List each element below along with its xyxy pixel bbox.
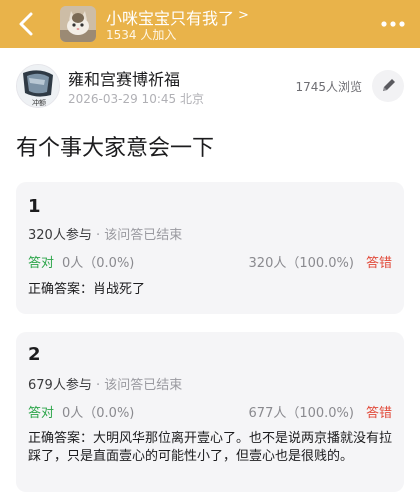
- correct-label: 答对: [28, 256, 55, 271]
- post-location: 北京: [179, 92, 204, 106]
- post-meta: 2026-03-29 10:45 北京: [68, 90, 204, 107]
- correct-answer: 正确答案：肖战死了: [28, 282, 146, 297]
- wrong-label: 答错: [365, 256, 392, 271]
- post-datetime: 2026-03-29 10:45: [68, 92, 177, 106]
- wrong-label: 答错: [365, 406, 392, 421]
- author-name[interactable]: 雍和宫赛博祈福: [68, 66, 180, 90]
- correct-answer: 正确答案：大明风华那位离开壹心了。也不是说两京播就没有拉踩了，只是直面壹心的可能…: [28, 431, 393, 464]
- wrong-stat: 677人（100.0%): [248, 406, 354, 421]
- participant-count: 679人参与: [28, 378, 92, 393]
- correct-label: 答对: [28, 406, 55, 421]
- top-bar: 小咪宝宝只有我了 > 1534 人加入: [0, 0, 420, 48]
- quiz-participation: 679人参与 · 该问答已结束: [28, 374, 182, 393]
- view-count: 1745人浏览: [295, 80, 362, 94]
- separator-dot: ·: [95, 378, 101, 393]
- post-title: 有个事大家意会一下: [16, 136, 215, 161]
- edit-button[interactable]: [372, 70, 404, 102]
- pencil-icon: [383, 79, 395, 91]
- correct-stat: 0人（0.0%): [62, 406, 135, 421]
- wrong-stat: 320人（100.0%): [248, 256, 354, 271]
- separator-dot: ·: [95, 228, 101, 243]
- participant-count: 320人参与: [28, 228, 92, 243]
- quiz-card[interactable]: 2 679人参与 · 该问答已结束 答对 0人（0.0%) 677人（100.0…: [16, 332, 404, 492]
- quiz-participation: 320人参与 · 该问答已结束: [28, 224, 182, 243]
- correct-stat: 0人（0.0%): [62, 256, 135, 271]
- author-avatar[interactable]: 冲额: [16, 64, 60, 108]
- group-avatar[interactable]: [60, 6, 96, 42]
- quiz-number: 1: [28, 196, 41, 217]
- quiz-card[interactable]: 1 320人参与 · 该问答已结束 答对 0人（0.0%) 320人（100.0…: [16, 182, 404, 314]
- more-dots-icon[interactable]: [380, 17, 406, 31]
- quiz-number: 2: [28, 344, 41, 365]
- quiz-status: 该问答已结束: [104, 228, 183, 243]
- avatar-caption: 冲额: [32, 98, 46, 107]
- chevron-left-icon[interactable]: [12, 9, 42, 39]
- quiz-status: 该问答已结束: [104, 378, 183, 393]
- member-count: 1534 人加入: [106, 28, 177, 42]
- chevron-right-icon[interactable]: >: [238, 8, 249, 23]
